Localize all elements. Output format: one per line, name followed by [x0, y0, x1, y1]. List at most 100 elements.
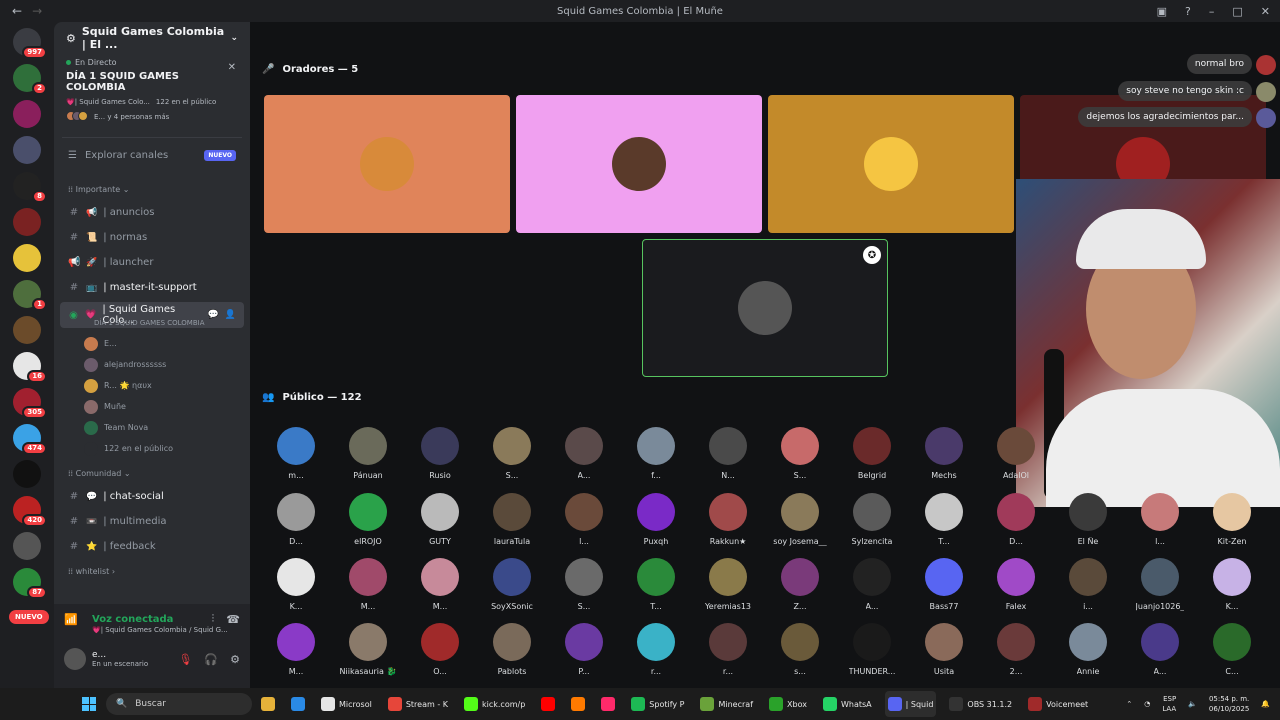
audience-member[interactable]: O...	[410, 623, 470, 676]
server-icon[interactable]	[13, 136, 41, 164]
taskbar-search[interactable]: 🔍 Buscar	[106, 693, 252, 715]
voice-member[interactable]: Muñe	[54, 396, 250, 417]
audience-member[interactable]: P...	[554, 623, 614, 676]
new-pill[interactable]: NUEVO	[9, 610, 49, 624]
taskbar-app[interactable]: Microsol	[318, 691, 375, 717]
audience-member[interactable]: M...	[410, 558, 470, 611]
voice-member[interactable]: 122 en el público	[54, 438, 250, 459]
taskbar-app[interactable]: OBS 31.1.2	[946, 691, 1015, 717]
chat-bubble-icon[interactable]: 💬	[208, 310, 219, 320]
audience-member[interactable]: Mechs	[914, 427, 974, 480]
taskbar-app[interactable]: Spotify P	[628, 691, 687, 717]
audience-member[interactable]: s...	[770, 623, 830, 676]
soundwave-icon[interactable]: ⫶	[212, 612, 215, 626]
sidebar-item-channel[interactable]: # 📢 | anuncios	[54, 200, 250, 225]
audience-member[interactable]: GUTY	[410, 493, 470, 546]
language-indicator[interactable]: ESP LAA	[1162, 694, 1176, 714]
audience-member[interactable]: Pablots	[482, 623, 542, 676]
taskbar-app[interactable]	[538, 691, 558, 717]
server-icon[interactable]: 474	[13, 424, 47, 455]
audience-member[interactable]: soy Josema__	[770, 493, 830, 546]
voice-member[interactable]: alejandrossssss	[54, 354, 250, 375]
mic-muted-icon[interactable]: 🎙	[178, 653, 192, 666]
server-icon[interactable]: 16	[13, 352, 47, 383]
speaker-tile[interactable]	[768, 95, 1014, 233]
taskbar-app[interactable]	[258, 691, 278, 717]
audience-member[interactable]: Rakkun★	[698, 493, 758, 546]
voice-member[interactable]: Team Nova	[54, 417, 250, 438]
audience-member[interactable]: A...	[1130, 623, 1190, 676]
server-icon[interactable]: 2	[13, 64, 47, 95]
taskbar-app[interactable]: Stream - K	[385, 691, 451, 717]
explore-channels[interactable]: ☰ Explorar canales NUEVO	[62, 137, 242, 167]
server-icon[interactable]	[13, 460, 41, 488]
maximize-icon[interactable]: □	[1232, 5, 1242, 18]
audience-member[interactable]: Annie	[1058, 623, 1118, 676]
sidebar-item-channel[interactable]: 📢 🚀 | launcher	[54, 250, 250, 275]
audience-member[interactable]: i...	[1058, 558, 1118, 611]
server-icon[interactable]: 8	[13, 172, 47, 203]
windows-start-icon[interactable]	[82, 697, 96, 711]
volume-icon[interactable]: 🔈	[1188, 700, 1197, 708]
notification-icon[interactable]: 🔔	[1261, 700, 1270, 708]
chevron-up-icon[interactable]: ⌃	[1126, 700, 1132, 708]
audience-member[interactable]: Belgrid	[842, 427, 902, 480]
sidebar-item-channel[interactable]: # 📼 | multimedia	[54, 509, 250, 534]
avatar[interactable]	[64, 648, 86, 670]
voice-member[interactable]: E...	[54, 333, 250, 354]
audience-member[interactable]: T...	[626, 558, 686, 611]
minimize-icon[interactable]: –	[1209, 5, 1215, 18]
audience-member[interactable]: M...	[266, 623, 326, 676]
server-icon[interactable]: 420	[13, 496, 47, 527]
audience-member[interactable]: elROJO	[338, 493, 398, 546]
voice-member[interactable]: R... 🌟 ɳαυx	[54, 375, 250, 396]
server-icon[interactable]: 997	[13, 28, 47, 59]
live-stage-card[interactable]: En Directo DÍA 1 SQUID GAMES COLOMBIA 💗|…	[60, 54, 244, 127]
close-icon[interactable]: ✕	[228, 62, 236, 73]
add-user-icon[interactable]: 👤	[225, 310, 236, 320]
audience-member[interactable]: D...	[986, 493, 1046, 546]
close-window-icon[interactable]: ✕	[1261, 5, 1270, 18]
speaker-tile[interactable]	[264, 95, 510, 233]
speaker-tile-selected[interactable]: ✪	[642, 239, 888, 377]
sidebar-item-channel[interactable]: # 📜 | normas	[54, 225, 250, 250]
audience-member[interactable]: K...	[266, 558, 326, 611]
server-icon[interactable]: 1	[13, 280, 47, 311]
audience-member[interactable]: El Ñe	[1058, 493, 1118, 546]
wifi-icon[interactable]: ◔	[1144, 700, 1150, 708]
audience-member[interactable]: THUNDER...	[842, 623, 902, 676]
server-icon[interactable]	[13, 208, 41, 236]
sidebar-item-channel[interactable]: # 💬 | chat-social	[54, 484, 250, 509]
audience-member[interactable]: Z...	[770, 558, 830, 611]
audience-member[interactable]: Pánuan	[338, 427, 398, 480]
server-icon[interactable]	[13, 244, 41, 272]
audience-member[interactable]: T...	[914, 493, 974, 546]
clock[interactable]: 05:54 p. m. 06/10/2025	[1209, 694, 1249, 714]
taskbar-app[interactable]	[598, 691, 618, 717]
audience-member[interactable]: D...	[266, 493, 326, 546]
audience-member[interactable]: N...	[698, 427, 758, 480]
help-icon[interactable]: ?	[1185, 5, 1191, 18]
disconnect-icon[interactable]: ☎	[226, 613, 240, 626]
audience-member[interactable]: Bass77	[914, 558, 974, 611]
audience-member[interactable]: K...	[1202, 558, 1262, 611]
gear-icon[interactable]: ⚙	[230, 653, 240, 666]
audience-member[interactable]: m...	[266, 427, 326, 480]
taskbar-app[interactable]	[568, 691, 588, 717]
taskbar-app[interactable]: WhatsA	[820, 691, 875, 717]
audience-member[interactable]: Kit-Zen	[1202, 493, 1262, 546]
category-whitelist[interactable]: ⁞⁞ whitelist ›	[54, 559, 250, 582]
audience-member[interactable]: S...	[770, 427, 830, 480]
sidebar-item-channel[interactable]: # ⭐ | feedback	[54, 534, 250, 559]
audience-member[interactable]: l...	[554, 493, 614, 546]
audience-member[interactable]: A...	[842, 558, 902, 611]
taskbar-app[interactable]	[288, 691, 308, 717]
taskbar-app[interactable]: kick.com/p	[461, 691, 528, 717]
server-icon[interactable]	[13, 532, 41, 560]
audience-member[interactable]: Puxqh	[626, 493, 686, 546]
taskbar-app[interactable]: | Squid	[884, 691, 937, 717]
audience-member[interactable]: Falex	[986, 558, 1046, 611]
audience-member[interactable]: Usita	[914, 623, 974, 676]
taskbar-app[interactable]: Voicemeet	[1025, 691, 1091, 717]
sidebar-item-channel[interactable]: # 📺 | master-it-support	[54, 275, 250, 300]
